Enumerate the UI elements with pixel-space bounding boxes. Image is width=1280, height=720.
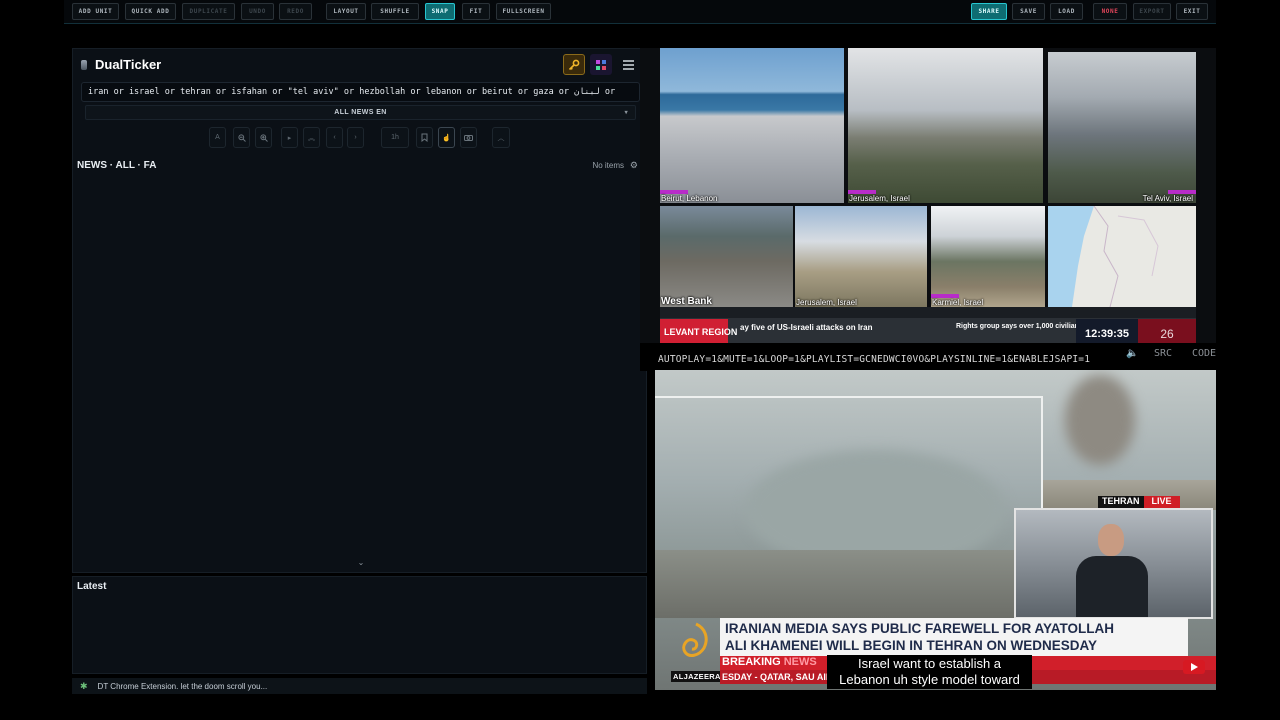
camera-icon[interactable] xyxy=(460,127,477,148)
key-icon[interactable] xyxy=(563,54,585,75)
latest-panel: Latest xyxy=(72,576,647,674)
ticker-top-strip xyxy=(660,307,1196,318)
lower-third-headline: IRANIAN MEDIA SAYS PUBLIC FAREWELL FOR A… xyxy=(720,618,1188,656)
headline-line-2: ALI KHAMENEI WILL BEGIN IN TEHRAN ON WED… xyxy=(725,638,1098,653)
camera-label: Jerusalem, Israel xyxy=(849,194,910,203)
live-badge: LIVE xyxy=(1143,496,1180,508)
news-count: No items xyxy=(592,161,624,170)
next-icon[interactable]: › xyxy=(347,127,364,148)
bookmark-icon[interactable] xyxy=(416,127,433,148)
src-button[interactable]: SRC xyxy=(1154,348,1172,359)
none-button[interactable]: NONE xyxy=(1093,3,1127,20)
cursor-icon[interactable]: ☝ xyxy=(438,127,455,148)
fit-button[interactable]: FIT xyxy=(462,3,490,20)
embed-url-bar: AUTOPLAY=1&MUTE=1&LOOP=1&PLAYLIST=GCNEDW… xyxy=(640,343,1216,371)
news-video-player[interactable]: TEHRAN LIVE ALJAZEERA IRANIAN MEDIA SAYS… xyxy=(655,370,1216,690)
caption-line-1: Israel want to establish a xyxy=(857,656,1002,671)
layout-button[interactable]: LAYOUT xyxy=(326,3,366,20)
camera-tile-jerusalem[interactable]: Jerusalem, Israel xyxy=(848,48,1043,203)
camera-label: Karmiel, Israel xyxy=(932,298,984,307)
load-button[interactable]: LOAD xyxy=(1050,3,1083,20)
youtube-icon[interactable] xyxy=(1183,660,1205,674)
ticker-headline: ay five of US-Israeli attacks on Iran xyxy=(740,323,873,332)
save-button[interactable]: SAVE xyxy=(1012,3,1045,20)
reporter-inset xyxy=(1014,508,1213,619)
export-button[interactable]: EXPORT xyxy=(1133,3,1171,20)
code-button[interactable]: CODE xyxy=(1192,348,1216,359)
brand-name: DualTicker xyxy=(95,57,162,72)
menu-icon[interactable] xyxy=(617,54,639,75)
play-icon[interactable]: ▸ xyxy=(281,127,298,148)
timeframe-button[interactable]: 1h xyxy=(381,127,409,148)
snap-button[interactable]: SNAP xyxy=(425,3,455,20)
closed-caption: Israel want to establish a Lebanon uh st… xyxy=(827,655,1032,689)
aljazeera-emblem-icon xyxy=(682,622,708,657)
camera-label: Tel Aviv, Israel xyxy=(1142,194,1193,203)
camera-tile-west-bank[interactable]: West Bank xyxy=(660,206,793,307)
gear-icon[interactable]: ⚙ xyxy=(630,160,638,171)
camera-grid: Beirut, Lebanon Jerusalem, Israel Tel Av… xyxy=(640,48,1216,351)
embed-url[interactable]: AUTOPLAY=1&MUTE=1&LOOP=1&PLAYLIST=GCNEDW… xyxy=(658,354,1090,365)
news-header: NEWS · ALL · FA xyxy=(77,160,157,171)
reporter-head xyxy=(1098,524,1124,556)
city-skyline xyxy=(655,550,1043,618)
news-word: NEWS xyxy=(783,656,817,668)
collapse-up-icon[interactable]: ︿ xyxy=(492,127,510,148)
live-tag: TEHRAN LIVE xyxy=(1098,496,1180,508)
camera-label: West Bank xyxy=(661,296,712,307)
zoom-in-icon[interactable] xyxy=(255,127,272,148)
camera-tile-beirut[interactable]: Beirut, Lebanon xyxy=(660,48,844,203)
shuffle-button[interactable]: SHUFFLE xyxy=(371,3,419,20)
camera-tile-tel-aviv[interactable]: Tel Aviv, Israel xyxy=(1048,52,1196,203)
caption-line-2: Lebanon uh style model toward xyxy=(839,672,1020,687)
search-query-input[interactable]: iran or israel or tehran or isfahan or "… xyxy=(81,82,640,102)
zoom-out-icon[interactable] xyxy=(233,127,250,148)
chevron-down-icon: ▾ xyxy=(624,110,628,116)
headline-line-1: IRANIAN MEDIA SAYS PUBLIC FAREWELL FOR A… xyxy=(725,621,1115,636)
camera-tile-jerusalem-2[interactable]: Jerusalem, Israel xyxy=(795,206,927,307)
camera-label: Beirut, Lebanon xyxy=(661,194,718,203)
add-unit-button[interactable]: ADD UNIT xyxy=(72,3,119,20)
chevron-down-icon[interactable]: ⌄ xyxy=(352,554,370,570)
status-text: DT Chrome Extension. let the doom scroll… xyxy=(97,681,268,691)
breaking-word: BREAKING xyxy=(722,656,781,668)
smoke-plume xyxy=(1065,375,1135,465)
live-city: TEHRAN xyxy=(1098,496,1144,508)
reporter-body xyxy=(1076,556,1148,617)
feed-select-value: ALL NEWS EN xyxy=(334,109,387,116)
redo-button[interactable]: REDO xyxy=(279,3,312,20)
top-toolbar: ADD UNIT QUICK ADD DUPLICATE UNDO REDO L… xyxy=(64,0,1216,24)
dualticker-panel: DualTicker iran or israel or tehran or i… xyxy=(72,48,647,573)
camera-label: Jerusalem, Israel xyxy=(796,298,857,307)
prev-icon[interactable]: ‹ xyxy=(326,127,343,148)
status-bar: ✱ DT Chrome Extension. let the doom scro… xyxy=(72,678,647,694)
feed-select[interactable]: ALL NEWS EN ▾ xyxy=(85,105,636,120)
undo-button[interactable]: UNDO xyxy=(241,3,274,20)
duplicate-button[interactable]: DUPLICATE xyxy=(182,3,235,20)
latest-header: Latest xyxy=(77,581,107,592)
puzzle-icon: ✱ xyxy=(80,680,88,691)
exit-button[interactable]: EXIT xyxy=(1176,3,1208,20)
fullscreen-button[interactable]: FULLSCREEN xyxy=(496,3,551,20)
aljazeera-logo: ALJAZEERA xyxy=(669,618,723,684)
brand: DualTicker xyxy=(81,57,161,72)
region-map-icon xyxy=(1048,206,1159,307)
frame-edge xyxy=(655,396,1043,398)
camera-tile-map[interactable] xyxy=(1048,206,1196,307)
quick-add-button[interactable]: QUICK ADD xyxy=(125,3,176,20)
brand-logo-icon xyxy=(81,59,87,70)
speaker-icon[interactable]: 🔈 xyxy=(1126,348,1138,359)
ticker-region: LEVANT REGION xyxy=(664,327,738,337)
breaking-label: BREAKING NEWS xyxy=(722,656,817,668)
palette-icon[interactable] xyxy=(590,54,612,75)
aljazeera-wordmark: ALJAZEERA xyxy=(671,671,723,682)
share-button[interactable]: SHARE xyxy=(971,3,1007,20)
camera-tile-karmiel[interactable]: Karmiel, Israel xyxy=(931,206,1045,307)
font-button[interactable]: A xyxy=(209,127,226,148)
scroll-top-icon[interactable]: ︽ xyxy=(303,127,320,148)
